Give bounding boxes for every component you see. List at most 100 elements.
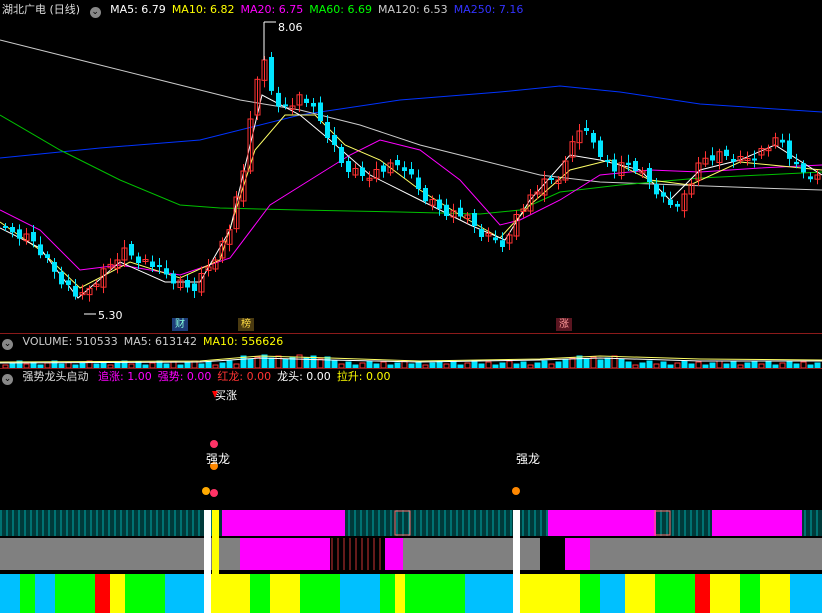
band-color (0, 574, 20, 613)
candle-body (654, 184, 659, 195)
candle-body (801, 163, 806, 173)
volume-bar (317, 358, 324, 368)
ind-label-0: 追涨: 1.00 (98, 370, 152, 383)
candle-body (318, 102, 323, 121)
signal-glyph (210, 489, 218, 497)
candle-body (493, 237, 498, 241)
band-magenta (240, 538, 330, 570)
candlestick-chart[interactable]: 8.06 5.30 (0, 0, 822, 333)
signal-bar (212, 510, 219, 613)
candle-body (752, 158, 757, 161)
band-color (465, 574, 515, 613)
candle-body (276, 92, 281, 107)
candle-body (171, 273, 176, 284)
volume-bar (604, 357, 611, 368)
signal-glyph (512, 487, 520, 495)
candle-body (59, 271, 64, 285)
band-color (20, 574, 35, 613)
ma-label-3: MA60: 6.69 (309, 3, 372, 16)
band-color (340, 574, 380, 613)
volume-bar (786, 360, 793, 368)
band-color (225, 574, 250, 613)
collapse-icon[interactable]: ⌄ (89, 7, 101, 18)
band-magenta (222, 510, 345, 536)
band-color (600, 574, 625, 613)
candle-body (66, 280, 71, 285)
band-color (270, 574, 300, 613)
candle-body (381, 165, 386, 172)
indicator-panel[interactable]: ⌄ 强势龙头启动 追涨: 1.00 强势: 0.00 红龙: 0.00 龙头: 0.0… (0, 369, 822, 613)
candle-body (612, 159, 617, 172)
tag-cai[interactable]: 财 (172, 318, 188, 331)
band-color (95, 574, 110, 613)
volume-bar (506, 360, 513, 368)
candle-body (591, 133, 596, 143)
band-color (125, 574, 165, 613)
band-magenta (385, 538, 403, 570)
candle-body (437, 199, 442, 209)
indicator-title: 强势龙头启动 (22, 370, 89, 383)
tag-bang[interactable]: 榜 (238, 318, 254, 331)
candle-body (416, 177, 421, 189)
candle-body (395, 160, 400, 166)
band-color (55, 574, 95, 613)
candle-body (675, 204, 680, 207)
volume-bar (282, 358, 289, 368)
band-color (710, 574, 740, 613)
band-color (110, 574, 125, 613)
candle-body (500, 240, 505, 247)
band-color (165, 574, 205, 613)
candle-body (423, 188, 428, 202)
band-dark (540, 538, 565, 570)
candle-body (661, 192, 666, 197)
band-magenta (548, 510, 656, 536)
ma-label-1: MA10: 6.82 (171, 3, 235, 16)
ma-label-2: MA20: 6.75 (240, 3, 304, 16)
candle-body (332, 135, 337, 145)
ma-label-4: MA120: 6.53 (377, 3, 448, 16)
volume-bar (569, 357, 576, 368)
tag-zhang[interactable]: 涨 (556, 318, 572, 331)
volume-bar (268, 357, 275, 368)
volume-bar (261, 354, 268, 368)
price-legend: 湖北广电 (日线) ⌄ MA5: 6.79 MA10: 6.82 MA20: 6.7… (2, 2, 535, 18)
ma-line-5 (0, 94, 822, 299)
candle-body (339, 147, 344, 163)
collapse-icon[interactable]: ⌄ (2, 374, 13, 385)
band-color (625, 574, 655, 613)
signal-label-2: 强龙 (516, 452, 541, 466)
volume-panel[interactable]: ⌄ VOLUME: 510533 MA5: 613142 MA10: 556626 (0, 334, 822, 368)
signal-bar (204, 510, 211, 613)
ma-label-5: MA250: 7.16 (453, 3, 524, 16)
candle-body (605, 160, 610, 162)
volume-bar (583, 358, 590, 368)
band-color (515, 574, 580, 613)
candle-body (311, 103, 316, 107)
candle-body (710, 155, 715, 161)
candle-body (45, 254, 50, 258)
high-value: 8.06 (278, 21, 303, 34)
ind-label-4: 拉升: 0.00 (336, 370, 391, 383)
volume-bar (716, 360, 723, 368)
candle-body (598, 140, 603, 157)
candle-body (73, 285, 78, 297)
volume-bar (471, 360, 478, 368)
price-panel[interactable]: 湖北广电 (日线) ⌄ MA5: 6.79 MA10: 6.82 MA20: 6.7… (0, 0, 822, 333)
candle-body (31, 232, 36, 242)
candle-body (157, 265, 162, 267)
band-color (405, 574, 465, 613)
indicator-legend: ⌄ 强势龙头启动 追涨: 1.00 强势: 0.00 红龙: 0.00 龙头: 0.0… (2, 369, 403, 385)
candle-body (164, 268, 169, 275)
candle-body (3, 226, 8, 228)
band-color (655, 574, 695, 613)
ma-line-4 (0, 114, 822, 289)
candle-body (185, 280, 190, 288)
ind-label-3: 龙头: 0.00 (277, 370, 331, 383)
signal-bar (513, 510, 520, 613)
indicator-chart[interactable] (0, 369, 822, 613)
candle-body (780, 139, 785, 143)
candle-body (444, 204, 449, 216)
candle-body (283, 104, 288, 107)
collapse-icon[interactable]: ⌄ (2, 339, 13, 350)
candle-body (633, 161, 638, 171)
